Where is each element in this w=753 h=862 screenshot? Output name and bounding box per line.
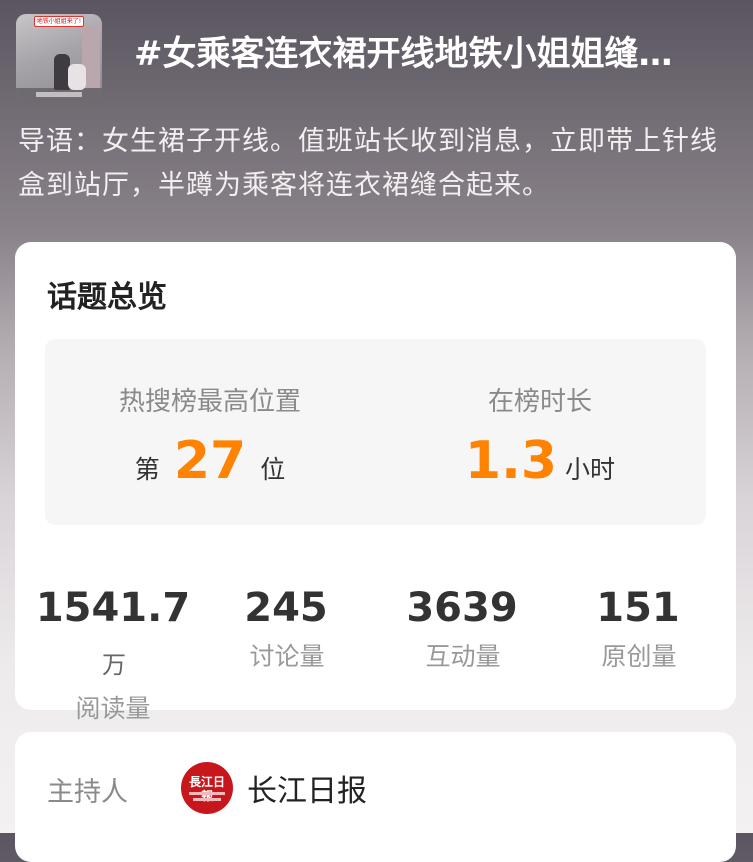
host-label: 主持人 [47, 777, 128, 808]
metric-discussions: 245 讨论量 [199, 582, 375, 675]
thumbnail-figure [68, 64, 86, 90]
duration-label: 在榜时长 [487, 387, 592, 417]
metric-label: 阅读量 [75, 694, 151, 723]
metric-reads: 1541.7 万 阅读量 [25, 582, 201, 727]
metric-value: 3639 [406, 585, 518, 631]
thumbnail-subtitle-strip [36, 92, 82, 97]
host-logo-text: 長江日報 [188, 775, 225, 803]
duration-suffix: 小时 [565, 455, 616, 484]
host-name[interactable]: 长江日报 [247, 766, 367, 810]
hot-search-stats: 热搜榜最高位置 第 27 位 在榜时长 1.3 小时 [45, 339, 706, 525]
rank-label: 热搜榜最高位置 [118, 387, 301, 417]
logo-line [189, 792, 225, 795]
rank-prefix: 第 [134, 455, 160, 484]
metric-value: 245 [244, 585, 328, 631]
thumbnail-caption: 地铁小姐姐来了! [34, 16, 84, 27]
metric-label: 互动量 [425, 642, 501, 671]
metrics-row: 1541.7 万 阅读量 245 讨论量 3639 互动量 151 原创量 [15, 582, 736, 723]
topic-title: #女乘客连衣裙开线地铁小姐姐缝… [134, 34, 673, 74]
metric-interactions: 3639 互动量 [375, 582, 551, 675]
logo-line [193, 798, 221, 801]
metric-unit: 万 [102, 651, 126, 679]
host-card[interactable]: 主持人 長江日報 长江日报 [15, 732, 736, 862]
overview-title: 话题总览 [47, 280, 167, 315]
topic-intro: 导语：女生裙子开线。值班站长收到消息，立即带上针线盒到站厅，半蹲为乘客将连衣裙缝… [18, 126, 718, 201]
host-avatar[interactable]: 長江日報 [181, 762, 233, 814]
metric-originals: 151 原创量 [551, 582, 727, 675]
metric-label: 原创量 [601, 642, 677, 671]
duration-value: 1.3 [464, 431, 558, 491]
rank-value: 27 [173, 431, 247, 491]
metric-label: 讨论量 [249, 642, 325, 671]
topic-thumbnail[interactable]: 地铁小姐姐来了! [16, 14, 102, 100]
overview-card: 话题总览 热搜榜最高位置 第 27 位 在榜时长 1.3 小时 1541.7 万 … [15, 242, 736, 723]
rank-suffix: 位 [260, 455, 286, 484]
metric-value: 151 [596, 585, 680, 631]
metric-value: 1541.7 [35, 585, 191, 631]
